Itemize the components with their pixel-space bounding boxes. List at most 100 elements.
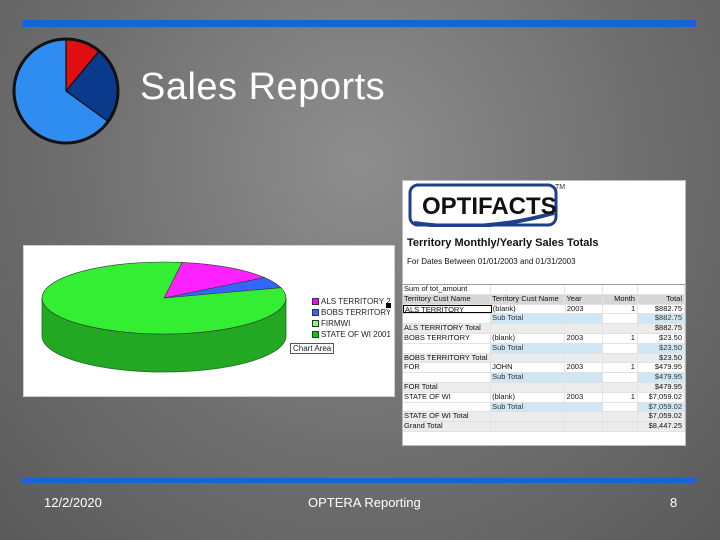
table-cell[interactable] [565,382,603,392]
table-cell[interactable]: BOBS TERRITORY [403,333,492,343]
legend-label: ALS TERRITORY 2001 [321,297,390,306]
table-cell[interactable] [565,402,603,412]
table-cell[interactable]: $479.95 [638,382,685,392]
table-cell[interactable] [403,402,492,412]
legend-swatch [312,320,319,327]
table-cell[interactable] [565,422,603,431]
table-cell[interactable] [491,285,566,294]
report-table: Sum of tot_amount Territory Cust Name Terr… [403,284,685,432]
table-cell[interactable]: 2003 [565,363,603,373]
table-cell[interactable]: 1 [603,333,638,343]
table-cell[interactable]: Month [603,294,638,304]
table-cell[interactable]: 1 [603,363,638,373]
table-row: Sub Total $23.50 [403,343,685,354]
table-cell[interactable]: $7,059.02 [638,412,685,422]
table-cell[interactable]: Sub Total [491,402,566,412]
table-cell[interactable] [491,422,566,431]
table-cell[interactable] [603,285,638,294]
table-cell[interactable] [638,285,685,294]
table-cell[interactable]: $8,447.25 [638,422,685,431]
optifacts-logo: OPTIFACTS [408,183,558,227]
table-cell[interactable]: Sub Total [491,373,566,382]
table-cell[interactable] [603,324,638,333]
table-cell[interactable]: $479.95 [637,373,685,382]
legend-label: STATE OF WI 2001 [321,330,390,339]
table-cell[interactable]: ALS TERRITORY Total [403,324,492,333]
resize-handle[interactable] [386,303,391,308]
table-cell[interactable]: Year [565,294,603,304]
table-cell[interactable]: $7,059.02 [638,392,685,402]
table-cell[interactable] [403,373,492,382]
legend-label: BOBS TERRITORY 2001 [321,308,390,317]
table-cell[interactable] [403,343,492,353]
page-number: 8 [670,495,678,510]
table-cell[interactable]: 1 [603,304,639,314]
table-cell[interactable] [491,382,566,392]
table-cell[interactable]: STATE OF WI [403,392,492,402]
table-cell[interactable] [603,412,638,422]
table-cell[interactable]: 2003 [565,392,603,402]
bottom-accent-bar [22,478,696,483]
table-cell[interactable]: JOHN [491,363,566,373]
table-cell[interactable]: FOR [403,363,492,373]
table-cell[interactable] [491,353,566,363]
table-cell[interactable]: 2003 [565,333,603,343]
table-cell[interactable] [565,412,603,422]
legend-swatch [312,331,319,338]
table-cell[interactable] [603,343,638,353]
table-cell[interactable]: $23.50 [638,353,685,363]
pie-chart [41,261,287,373]
table-cell[interactable] [565,285,603,294]
table-cell[interactable] [403,314,492,324]
table-cell[interactable]: $882.75 [638,324,685,333]
legend-swatch [312,298,319,305]
legend-item: FIRMWI [312,318,390,329]
table-cell[interactable] [565,343,603,353]
table-cell[interactable]: ALS TERRITORY [403,304,492,314]
table-cell[interactable]: $479.95 [638,363,685,373]
table-cell[interactable] [603,422,638,431]
legend-item: BOBS TERRITORY 2001 [312,307,390,318]
table-cell[interactable] [603,353,638,363]
pie-chart-panel[interactable]: ALS TERRITORY 2001 BOBS TERRITORY 2001 FIR… [23,245,395,397]
table-cell[interactable]: Territory Cust Name [403,294,492,304]
table-row: Sub Total $479.95 [403,373,685,383]
table-cell[interactable]: Sub Total [491,343,566,353]
table-cell[interactable] [565,314,603,324]
table-row: BOBS TERRITORY Total $23.50 [403,353,685,364]
footer-title: OPTERA Reporting [308,495,421,510]
table-cell[interactable]: (blank) [492,304,566,314]
table-cell[interactable]: 1 [603,392,638,402]
table-cell[interactable]: $7,059.02 [637,402,685,412]
logo-pie-icon [12,37,120,145]
table-cell[interactable]: (blank) [491,392,566,402]
table-row: STATE OF WI Total $7,059.02 [403,412,685,423]
table-cell[interactable] [603,402,638,412]
table-cell[interactable] [565,373,603,382]
table-cell[interactable]: 2003 [566,304,603,314]
table-cell[interactable]: $23.50 [638,333,685,343]
table-cell[interactable]: Sub Total [491,314,566,324]
table-cell[interactable] [603,314,638,324]
table-cell[interactable]: (blank) [491,333,566,343]
table-cell[interactable]: FOR Total [403,382,492,392]
table-row: FOR JOHN 2003 1 $479.95 [403,363,685,374]
table-cell[interactable] [491,412,566,422]
table-cell[interactable] [491,324,566,333]
table-cell[interactable] [565,353,603,363]
table-cell[interactable]: Grand Total [403,422,492,431]
table-cell[interactable]: STATE OF WI Total [403,412,492,422]
table-cell[interactable]: Territory Cust Name [491,294,566,304]
table-cell[interactable] [565,324,603,333]
table-cell[interactable]: Total [638,294,685,304]
table-cell[interactable] [603,373,638,382]
table-cell[interactable]: $882.75 [637,314,685,324]
table-cell[interactable] [603,382,638,392]
table-row: Sub Total $882.75 [403,314,685,325]
table-cell[interactable]: BOBS TERRITORY Total [403,353,492,363]
table-cell[interactable]: $882.75 [638,304,685,314]
slide-title: Sales Reports [140,66,386,108]
table-cell[interactable]: $23.50 [637,343,685,353]
table-cell[interactable]: Sum of tot_amount [403,285,492,294]
report-subtitle: For Dates Between 01/01/2003 and 01/31/2… [407,257,576,266]
